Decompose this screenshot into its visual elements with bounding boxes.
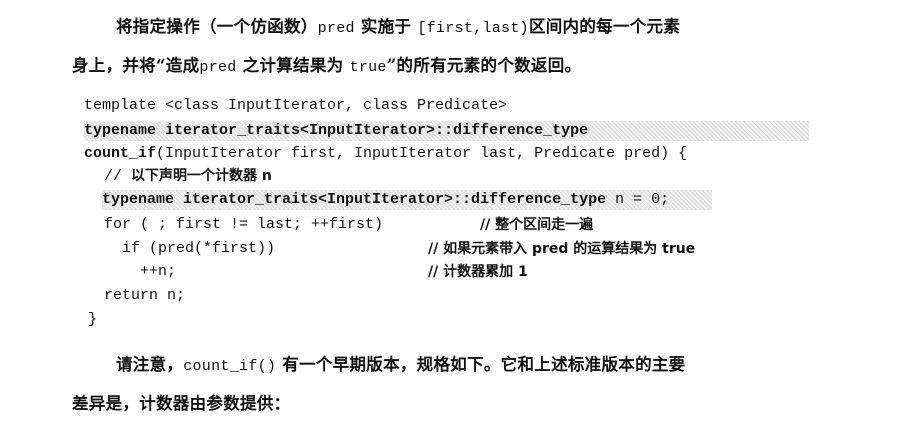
code-comment-for: // 整个区间走一遍 <box>480 217 594 233</box>
outro-line-1-text-a: 请注意， <box>116 355 184 374</box>
intro-line-2: 身上，并将“造成pred 之计算结果为 true”的所有元素的个数返回。 <box>72 55 581 79</box>
code-comment-if: // 如果元素带入 pred 的运算结果为 true <box>428 241 696 257</box>
code-counter-init: n = 0; <box>606 191 670 208</box>
code-function-params: (InputIterator first, InputIterator last… <box>156 145 688 162</box>
intro-line-1-text-a: 将指定操作（一个仿函数） <box>116 17 318 36</box>
intro-line-1-range: [first,last) <box>417 20 529 37</box>
outro-line-1-func: count_if() <box>183 358 277 375</box>
intro-line-2-text-e: ”的所有元素的个数返回。 <box>386 56 582 75</box>
code-line-close-brace: } <box>88 311 98 328</box>
code-counter-type: typename iterator_traits<InputIterator>:… <box>102 191 607 208</box>
intro-line-2-pred: pred <box>199 59 237 76</box>
intro-line-2-true: true <box>349 59 387 76</box>
code-line-increment: ++n; <box>140 263 177 280</box>
code-line-for: for ( ; first != last; ++first) <box>104 216 384 233</box>
intro-line-1-pred: pred <box>317 20 355 37</box>
code-function-name: count_if <box>84 145 157 162</box>
outro-line-1: 请注意，count_if() 有一个早期版本，规格如下。它和上述标准版本的主要 <box>116 354 685 378</box>
intro-line-2-text-a: 身上，并将“造成 <box>72 56 200 75</box>
intro-line-2-text-c: 之计算结果为 <box>242 56 344 75</box>
code-line-template: template <class InputIterator, class Pre… <box>84 97 508 114</box>
code-line-comment-counter: // 以下声明一个计数器 n <box>104 166 272 187</box>
code-comment-increment: // 计数器累加 1 <box>428 264 528 280</box>
code-line-counter-decl: typename iterator_traits<InputIterator>:… <box>102 190 669 210</box>
intro-line-1-text-e: 区间内的每一个元素 <box>528 17 681 36</box>
intro-line-1: 将指定操作（一个仿函数）pred 实施于 [first,last)区间内的每一个… <box>116 16 680 40</box>
code-comment-text: 以下声明一个计数器 n <box>131 168 272 184</box>
outro-line-2: 差异是，计数器由参数提供： <box>72 394 291 413</box>
outro-line-1-text-c: 有一个早期版本，规格如下。它和上述标准版本的主要 <box>282 355 686 374</box>
code-line-if: if (pred(*first)) <box>122 240 276 257</box>
code-comment-slashes: // <box>104 168 132 185</box>
intro-line-1-text-c: 实施于 <box>360 17 412 36</box>
code-line-signature: count_if(InputIterator first, InputItera… <box>84 144 687 164</box>
code-line-return-type: typename iterator_traits<InputIterator>:… <box>84 122 589 139</box>
code-line-return: return n; <box>104 287 186 304</box>
